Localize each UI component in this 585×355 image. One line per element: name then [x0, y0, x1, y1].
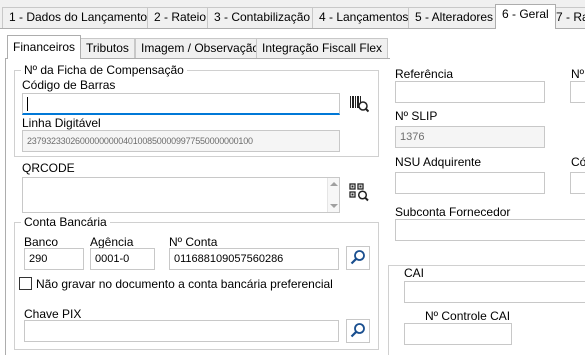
- conta-bancaria-title: Conta Bancária: [21, 216, 110, 228]
- conta-search-button[interactable]: [346, 246, 370, 270]
- banco-input[interactable]: 290: [24, 248, 84, 270]
- qrcode-textarea[interactable]: [22, 177, 340, 213]
- cai-input[interactable]: [404, 281, 585, 303]
- qrcode-scrollbar[interactable]: [327, 178, 339, 212]
- referencia-input[interactable]: [395, 81, 545, 103]
- nsu-adquirente-input[interactable]: [395, 172, 545, 194]
- chave-pix-label: Chave PIX: [24, 307, 82, 321]
- subconta-fornecedor-input[interactable]: [395, 219, 585, 241]
- tab-financeiros[interactable]: Financeiros: [7, 35, 82, 59]
- tab-alteradores[interactable]: 5 - Alteradores: [408, 7, 501, 28]
- qrcode-label: QRCODE: [22, 161, 75, 175]
- cai-label: CAI: [404, 266, 425, 280]
- top-tab-bar: 1 - Dados do Lançamento 2 - Rateio 3 - C…: [0, 0, 585, 29]
- nsu-adquirente-label: NSU Adquirente: [395, 155, 482, 169]
- qrcode-scan-icon: [349, 182, 369, 205]
- tab-integracao-fiscall-flex[interactable]: Integração Fiscall Flex: [256, 38, 389, 58]
- linha-digitavel-label: Linha Digitável: [22, 116, 101, 130]
- tab-geral[interactable]: 6 - Geral: [495, 4, 556, 29]
- controle-cai-input[interactable]: [404, 323, 512, 345]
- barcode-scan-icon: [349, 93, 370, 116]
- subconta-fornecedor-label: Subconta Fornecedor: [395, 205, 511, 219]
- tab-rateio[interactable]: 2 - Rateio: [147, 7, 214, 28]
- numero-label: Nº: [571, 67, 585, 81]
- chave-pix-input[interactable]: [24, 320, 339, 342]
- scroll-up-arrow[interactable]: [330, 182, 338, 186]
- tab-tributos[interactable]: Tributos: [80, 38, 135, 58]
- scroll-down-arrow[interactable]: [330, 204, 338, 208]
- qrcode-scan-button[interactable]: [347, 181, 371, 205]
- barcode-scan-button[interactable]: [347, 92, 371, 116]
- banco-label: Banco: [24, 235, 59, 249]
- tab-dados-lancamento[interactable]: 1 - Dados do Lançamento: [2, 7, 155, 28]
- co-label: Có: [571, 155, 585, 169]
- search-icon: [350, 249, 366, 268]
- tab-imagem-observacao[interactable]: Imagem / Observação: [135, 38, 266, 58]
- controle-cai-label: Nº Controle CAI: [425, 309, 511, 323]
- codigo-barras-label: Código de Barras: [22, 78, 116, 92]
- tab-contabilizacao[interactable]: 3 - Contabilização: [207, 7, 318, 28]
- text-cursor: [27, 97, 28, 112]
- slip-label: Nº SLIP: [395, 109, 438, 123]
- numero-conta-label: Nº Conta: [169, 235, 218, 249]
- nao-gravar-label[interactable]: Não gravar no documento a conta bancária…: [36, 277, 333, 291]
- linha-digitavel-input[interactable]: 2379323302600000000040100850000997755000…: [22, 130, 340, 152]
- pix-search-button[interactable]: [346, 319, 370, 343]
- ficha-compensacao-title: Nº da Ficha de Compensação: [21, 64, 187, 76]
- nao-gravar-checkbox[interactable]: [19, 277, 32, 290]
- tab-lancamentos[interactable]: 4 - Lançamentos: [312, 7, 416, 28]
- numero-input[interactable]: [570, 81, 585, 103]
- referencia-label: Referência: [395, 67, 454, 81]
- numero-conta-input[interactable]: 011688109057560286: [169, 248, 339, 270]
- co-input[interactable]: [570, 172, 585, 194]
- agencia-label: Agência: [90, 235, 134, 249]
- codigo-barras-input[interactable]: [22, 93, 340, 115]
- slip-input[interactable]: 1376: [395, 126, 545, 148]
- search-icon: [350, 322, 366, 341]
- agencia-input[interactable]: 0001-0: [90, 248, 155, 270]
